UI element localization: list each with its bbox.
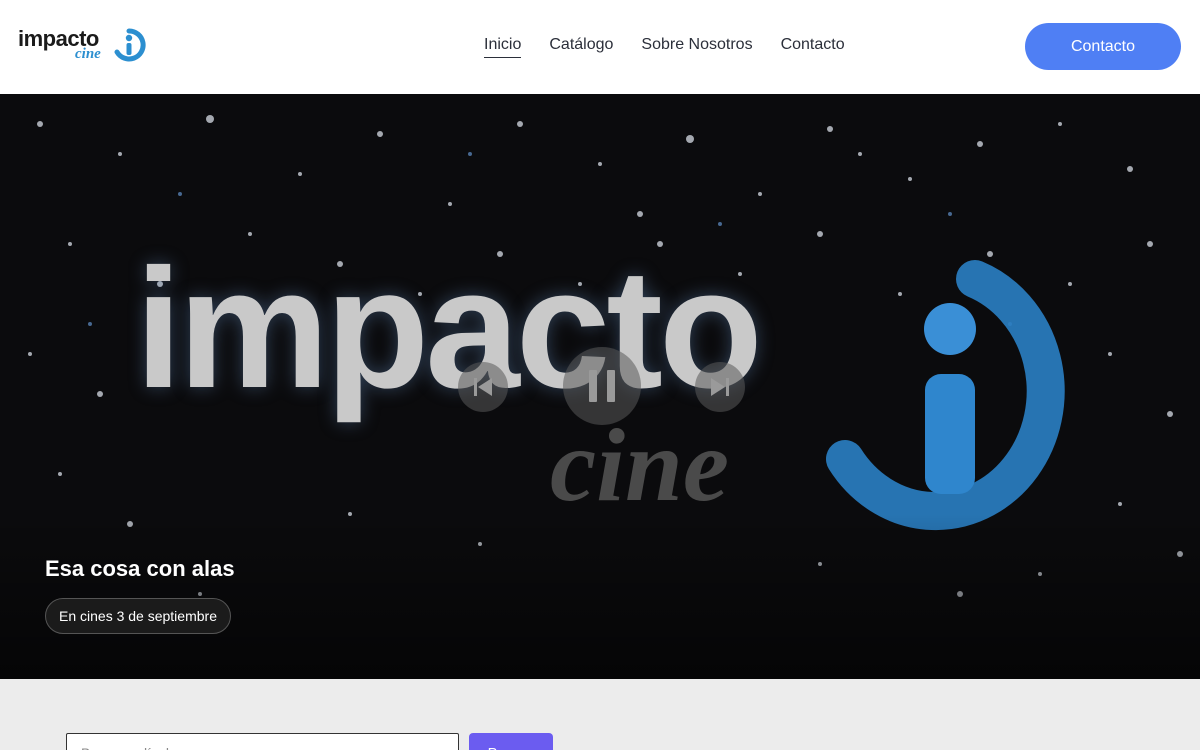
- skip-next-icon: [711, 378, 729, 396]
- main-nav: Inicio Catálogo Sobre Nosotros Contacto: [484, 36, 845, 58]
- nav-item-sobre-nosotros[interactable]: Sobre Nosotros: [641, 36, 752, 58]
- logo-subword: cine: [75, 46, 101, 62]
- previous-button[interactable]: [458, 362, 508, 412]
- site-header: impacto cine Inicio Catálogo Sobre Nosot…: [0, 0, 1200, 94]
- nav-item-contacto[interactable]: Contacto: [781, 36, 845, 58]
- impacto-i-logo-icon: [114, 28, 146, 62]
- hero-video-wordmark: impacto: [135, 234, 763, 424]
- next-button[interactable]: [695, 362, 745, 412]
- hero-video-subword: cine: [550, 408, 730, 523]
- nav-item-inicio[interactable]: Inicio: [484, 36, 522, 58]
- contact-button[interactable]: Contacto: [1025, 23, 1181, 70]
- release-badge: En cines 3 de septiembre: [45, 598, 231, 634]
- site-logo[interactable]: impacto cine: [18, 26, 148, 70]
- nav-item-catalogo[interactable]: Catálogo: [549, 36, 613, 58]
- search-button[interactable]: Buscar: [469, 733, 553, 750]
- hero-title: Esa cosa con alas: [45, 556, 235, 581]
- hero-gradient-overlay: [0, 514, 1200, 679]
- skip-previous-icon: [474, 378, 492, 396]
- pause-icon: [589, 370, 615, 402]
- impacto-i-hero-icon: [826, 260, 1065, 531]
- hero-video[interactable]: impacto cine Esa cosa con alas En cines …: [0, 94, 1200, 679]
- search-input[interactable]: [66, 733, 459, 750]
- pause-button[interactable]: [563, 347, 641, 425]
